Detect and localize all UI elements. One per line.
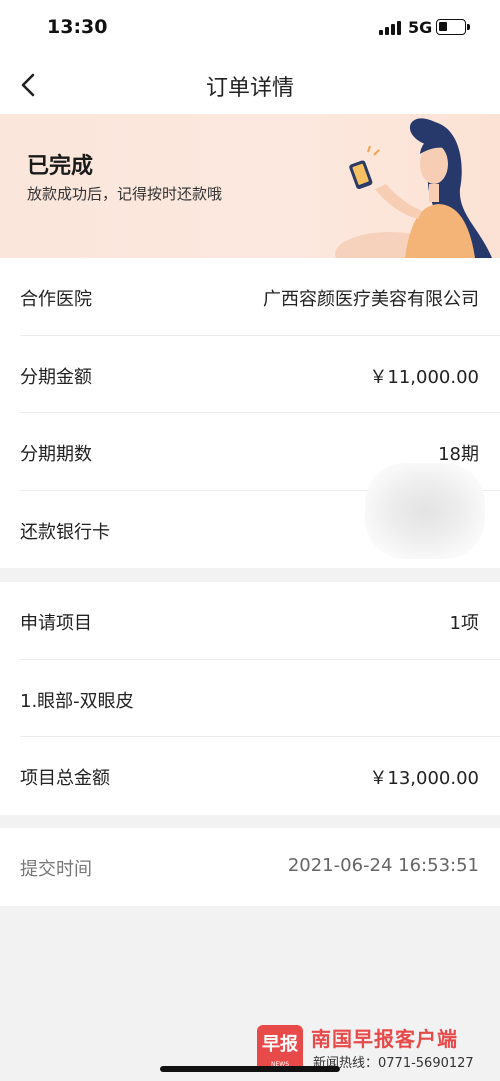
project-count-label: 申请项目	[20, 613, 92, 634]
list-item: 合作医院 广西容颜医疗美容有限公司	[20, 258, 500, 336]
network-type: 5G	[408, 18, 433, 37]
order-status-title: 已完成	[27, 154, 94, 179]
nav-bar: 订单详情	[0, 56, 500, 114]
list-item: 分期金额 ￥11,000.00	[20, 336, 500, 413]
order-status-subtitle: 放款成功后，记得按时还款哦	[27, 185, 223, 203]
loan-info-card: 合作医院 广西容颜医疗美容有限公司 分期金额 ￥11,000.00 分期期数 1…	[0, 258, 500, 568]
project-count-value: 1项	[449, 613, 479, 634]
battery-icon	[436, 19, 470, 35]
list-item: 申请项目 1项	[20, 582, 500, 660]
submit-time-label: 提交时间	[20, 859, 92, 880]
project-total-value: ￥13,000.00	[369, 768, 479, 789]
list-item: 项目总金额 ￥13,000.00	[20, 737, 500, 815]
watermark-title: 南国早报客户端	[311, 1027, 458, 1051]
installment-amount-value: ￥11,000.00	[369, 366, 479, 388]
submit-time-card: 提交时间 2021-06-24 16:53:51	[0, 828, 500, 906]
status-bar: 13:30 5G	[0, 0, 500, 56]
status-time: 13:30	[47, 16, 108, 38]
status-banner: 已完成 放款成功后，记得按时还款哦	[0, 114, 500, 258]
list-item: 还款银行卡	[20, 462, 500, 569]
submit-time-value: 2021-06-24 16:53:51	[287, 855, 479, 876]
list-item: 1.眼部-双眼皮	[20, 660, 500, 737]
page-title: 订单详情	[205, 76, 294, 101]
hospital-value: 广西容颜医疗美容有限公司	[263, 289, 479, 310]
installment-periods-label: 分期期数	[20, 444, 92, 465]
repayment-card-label: 还款银行卡	[20, 521, 110, 543]
home-indicator[interactable]	[160, 1066, 340, 1072]
project-info-card: 申请项目 1项 1.眼部-双眼皮 项目总金额 ￥13,000.00	[0, 582, 500, 815]
project-total-label: 项目总金额	[20, 768, 110, 789]
watermark-logo: 早报 NEWS	[257, 1025, 303, 1071]
installment-amount-label: 分期金额	[20, 366, 92, 388]
list-item: 提交时间 2021-06-24 16:53:51	[20, 828, 500, 906]
woman-with-phone-illustration	[335, 118, 492, 258]
redacted-card-number	[365, 462, 485, 559]
project-item-label: 1.眼部-双眼皮	[20, 690, 134, 712]
cellular-signal-icon	[379, 21, 403, 35]
hospital-label: 合作医院	[20, 289, 92, 310]
